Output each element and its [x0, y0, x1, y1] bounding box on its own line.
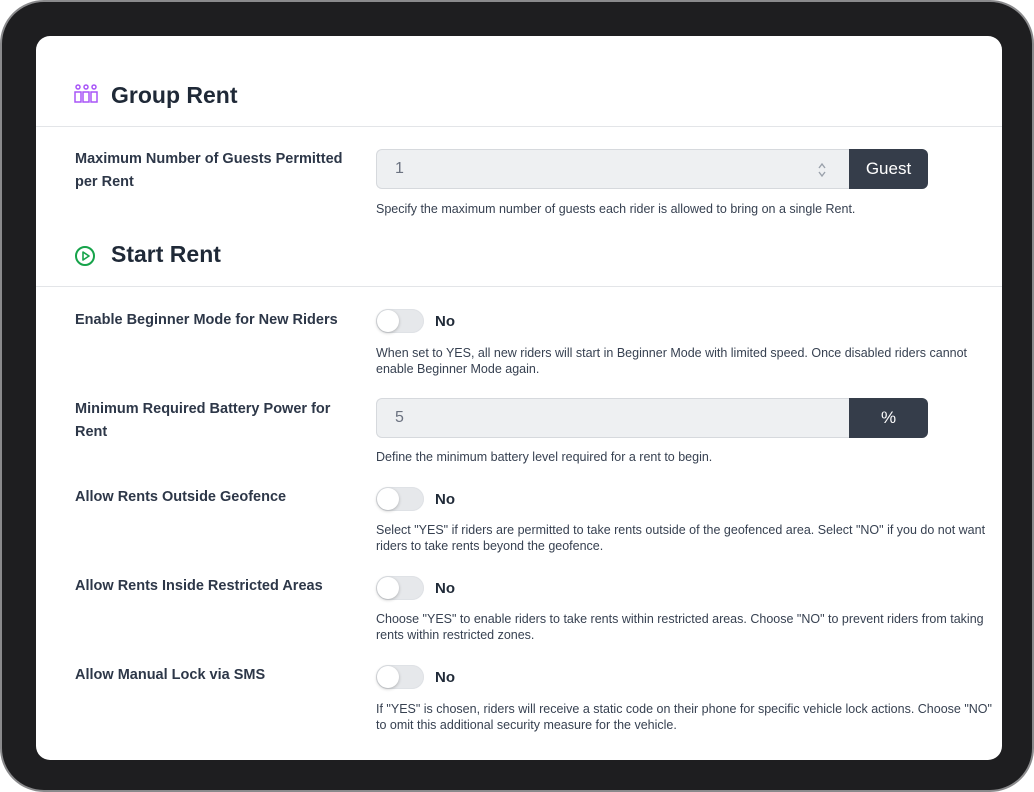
outside-geofence-label: Allow Rents Outside Geofence	[75, 489, 287, 505]
guest-unit-addon: Guest	[849, 149, 928, 189]
outside-geofence-state: No	[435, 490, 455, 508]
group-rent-title: Group Rent	[111, 82, 238, 108]
restricted-areas-description: Choose "YES" to enable riders to take re…	[376, 612, 984, 642]
group-icon	[74, 84, 98, 111]
toggle-knob	[377, 577, 399, 599]
min-battery-input-group: 5 %	[376, 398, 928, 438]
manual-lock-sms-state: No	[435, 668, 455, 686]
restricted-areas-state: No	[435, 579, 455, 597]
percent-unit-addon: %	[849, 398, 928, 438]
group-rent-header: Group Rent	[36, 36, 1002, 127]
toggle-knob	[377, 310, 399, 332]
min-battery-label: Minimum Required Battery Power for Rent	[75, 401, 331, 440]
settings-screen: Group Rent Maximum Number of Guests Perm…	[36, 36, 1002, 760]
min-battery-input[interactable]: 5	[376, 398, 849, 438]
beginner-mode-toggle[interactable]	[376, 309, 424, 333]
outside-geofence-description: Select "YES" if riders are permitted to …	[376, 523, 986, 553]
beginner-mode-toggle-row: No	[376, 308, 455, 334]
restricted-areas-toggle-row: No	[376, 575, 455, 601]
min-battery-description: Define the minimum battery level require…	[376, 450, 713, 464]
restricted-areas-toggle[interactable]	[376, 576, 424, 600]
start-rent-title: Start Rent	[111, 241, 221, 267]
manual-lock-sms-label: Allow Manual Lock via SMS	[75, 667, 266, 683]
toggle-knob	[377, 666, 399, 688]
manual-lock-sms-toggle-row: No	[376, 664, 455, 690]
max-guests-input-group: 1 Guest	[376, 149, 928, 189]
max-guests-value: 1	[395, 160, 404, 177]
min-battery-value: 5	[395, 409, 404, 426]
manual-lock-sms-description: If "YES" is chosen, riders will receive …	[376, 702, 992, 732]
toggle-knob	[377, 488, 399, 510]
beginner-mode-label: Enable Beginner Mode for New Riders	[75, 312, 338, 328]
outside-geofence-toggle-row: No	[376, 486, 455, 512]
start-rent-header: Start Rent	[36, 226, 1002, 287]
restricted-areas-label: Allow Rents Inside Restricted Areas	[75, 578, 323, 594]
play-circle-icon	[74, 245, 96, 272]
beginner-mode-state: No	[435, 312, 455, 330]
tablet-frame: Group Rent Maximum Number of Guests Perm…	[0, 0, 1034, 792]
max-guests-input[interactable]: 1	[376, 149, 849, 189]
max-guests-description: Specify the maximum number of guests eac…	[376, 202, 856, 216]
beginner-mode-description: When set to YES, all new riders will sta…	[376, 346, 968, 376]
manual-lock-sms-toggle[interactable]	[376, 665, 424, 689]
number-spinner-icon[interactable]	[817, 161, 827, 179]
outside-geofence-toggle[interactable]	[376, 487, 424, 511]
max-guests-label: Maximum Number of Guests Permitted per R…	[75, 151, 343, 190]
